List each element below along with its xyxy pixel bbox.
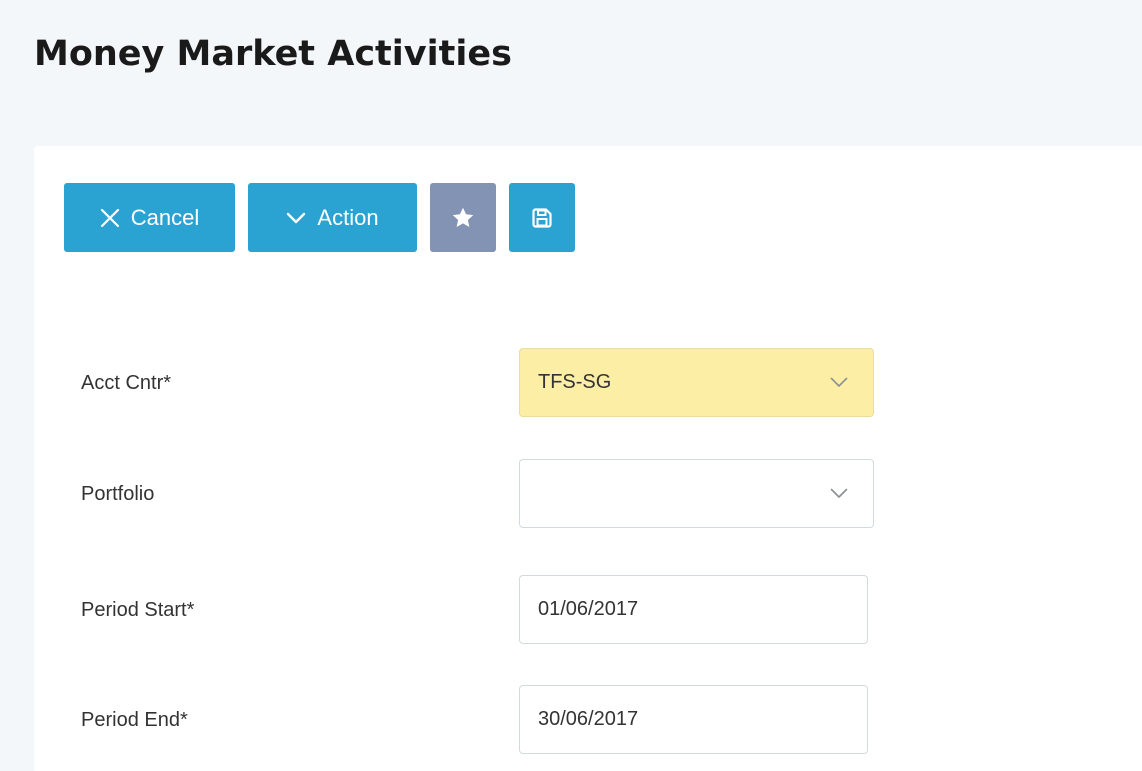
chevron-down-icon bbox=[830, 488, 848, 498]
close-icon bbox=[100, 208, 119, 227]
period-end-label: Period End* bbox=[81, 709, 188, 731]
portfolio-select[interactable] bbox=[519, 459, 874, 528]
period-end-input[interactable]: 30/06/2017 bbox=[519, 685, 868, 754]
cancel-button-label: Cancel bbox=[130, 204, 200, 230]
floppy-disk-icon bbox=[532, 207, 552, 228]
page-title: Money Market Activities bbox=[34, 34, 512, 74]
chevron-down-icon bbox=[287, 212, 306, 223]
favorite-button[interactable] bbox=[430, 183, 496, 252]
save-button[interactable] bbox=[509, 183, 575, 252]
period-start-input[interactable]: 01/06/2017 bbox=[519, 575, 868, 644]
cancel-button[interactable]: Cancel bbox=[64, 183, 235, 252]
acct-cntr-value: TFS-SG bbox=[538, 371, 612, 393]
toolbar: Cancel Action bbox=[64, 183, 575, 252]
period-end-value: 30/06/2017 bbox=[538, 708, 639, 730]
acct-cntr-label: Acct Cntr* bbox=[81, 372, 172, 394]
acct-cntr-select[interactable]: TFS-SG bbox=[519, 348, 874, 417]
action-dropdown-button[interactable]: Action bbox=[248, 183, 417, 252]
portfolio-label: Portfolio bbox=[81, 483, 155, 505]
action-button-label: Action bbox=[317, 204, 379, 230]
period-start-value: 01/06/2017 bbox=[538, 598, 639, 620]
chevron-down-icon bbox=[830, 377, 848, 387]
form-card: Cancel Action Acct Cntr* TFS-SG Portfoli… bbox=[34, 146, 1142, 771]
period-start-label: Period Start* bbox=[81, 599, 195, 621]
star-icon bbox=[452, 207, 474, 227]
